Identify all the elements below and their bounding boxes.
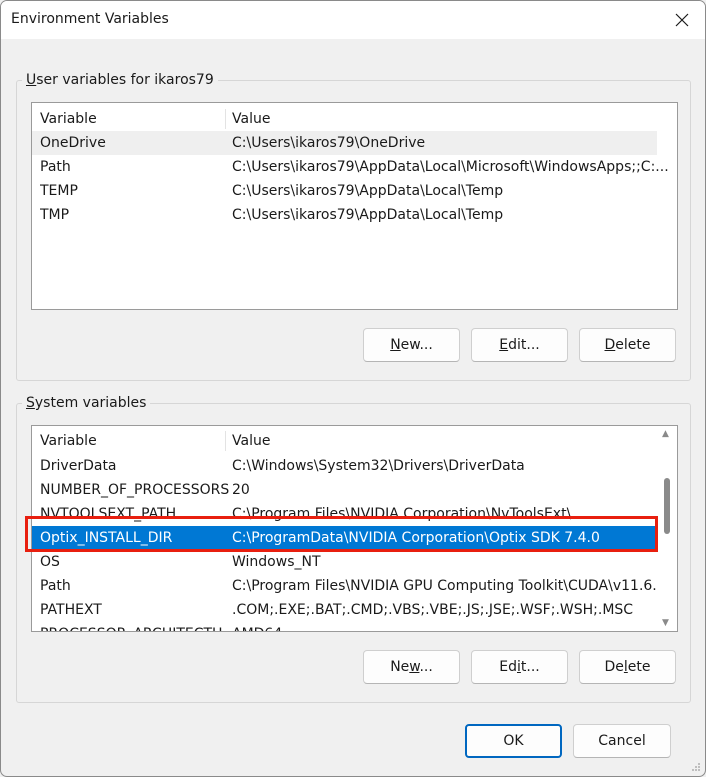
variable-value: AMD64 [232, 622, 282, 631]
list-item[interactable]: Path C:\Users\ikaros79\AppData\Local\Mic… [32, 155, 669, 179]
variable-name: OneDrive [40, 135, 106, 151]
user-variables-label: User variables for ikaros79 [22, 71, 218, 89]
variable-name: Optix_INSTALL_DIR [40, 530, 173, 546]
user-new-button-label: New... [390, 337, 433, 353]
system-delete-button[interactable]: Delete [579, 650, 676, 684]
system-edit-button-label: Edit... [499, 659, 540, 675]
variable-name: Path [40, 578, 71, 594]
header-value[interactable]: Value [232, 429, 270, 453]
variable-name: Path [40, 159, 71, 175]
close-button[interactable] [659, 1, 705, 39]
close-icon [675, 13, 689, 27]
variable-value: Windows_NT [232, 554, 321, 570]
user-edit-button[interactable]: Edit... [471, 328, 568, 362]
list-item[interactable]: NVTOOLSEXT_PATH C:\Program Files\NVIDIA … [32, 502, 657, 526]
list-item[interactable]: TMP C:\Users\ikaros79\AppData\Local\Temp [32, 203, 657, 227]
vertical-scrollbar[interactable]: ▲ ▼ [657, 426, 677, 631]
variable-value: C:\Windows\System32\Drivers\DriverData [232, 458, 525, 474]
system-new-button[interactable]: New... [363, 650, 460, 684]
variable-value: C:\ProgramData\NVIDIA Corporation\Optix … [232, 530, 600, 546]
list-item[interactable]: Path C:\Program Files\NVIDIA GPU Computi… [32, 574, 666, 598]
user-variables-group: User variables for ikaros79 Variable Val… [16, 71, 691, 381]
scroll-up-icon[interactable]: ▲ [662, 429, 669, 439]
variable-name: PROCESSOR_ARCHITECTU... [40, 622, 225, 631]
list-item-selected[interactable]: Optix_INSTALL_DIR C:\ProgramData\NVIDIA … [32, 526, 657, 550]
variable-value: C:\Users\ikaros79\OneDrive [232, 135, 426, 151]
variable-value: 20 [232, 482, 250, 498]
user-delete-button[interactable]: Delete [579, 328, 676, 362]
list-item[interactable]: NUMBER_OF_PROCESSORS 20 [32, 478, 657, 502]
variable-name: NUMBER_OF_PROCESSORS [40, 482, 230, 498]
user-delete-button-label: Delete [604, 337, 651, 353]
header-value[interactable]: Value [232, 107, 270, 131]
user-new-button[interactable]: New... [363, 328, 460, 362]
scrollbar-thumb[interactable] [664, 478, 670, 534]
variable-value: C:\Users\ikaros79\AppData\Local\Microsof… [232, 159, 669, 175]
list-item[interactable]: OneDrive C:\Users\ikaros79\OneDrive [32, 131, 657, 155]
system-delete-button-label: Delete [604, 659, 651, 675]
ok-button-label: OK [503, 733, 524, 749]
title-bar: Environment Variables [1, 1, 705, 39]
header-variable[interactable]: Variable [40, 107, 97, 131]
header-variable[interactable]: Variable [40, 429, 97, 453]
resize-grip-icon[interactable] [691, 762, 701, 772]
variable-value: .COM;.EXE;.BAT;.CMD;.VBS;.VBE;.JS;.JSE;.… [232, 602, 634, 618]
ok-button[interactable]: OK [465, 724, 562, 758]
list-item[interactable]: PROCESSOR_ARCHITECTU... AMD64 [32, 622, 657, 631]
window-title: Environment Variables [11, 11, 169, 27]
variable-value: C:\Users\ikaros79\AppData\Local\Temp [232, 207, 504, 223]
column-separator[interactable] [225, 109, 226, 129]
system-edit-button[interactable]: Edit... [471, 650, 568, 684]
environment-variables-dialog: Environment Variables User variables for… [0, 0, 706, 777]
list-item[interactable]: DriverData C:\Windows\System32\Drivers\D… [32, 454, 657, 478]
variable-name: OS [40, 554, 60, 570]
list-header: Variable Value [32, 429, 657, 453]
scroll-down-icon[interactable]: ▼ [662, 618, 669, 628]
variable-name: PATHEXT [40, 602, 102, 618]
variable-value: C:\Users\ikaros79\AppData\Local\Temp [232, 183, 504, 199]
system-new-button-label: New... [390, 659, 433, 675]
cancel-button-label: Cancel [598, 733, 646, 749]
variable-value: C:\Program Files\NVIDIA Corporation\NvTo… [232, 506, 572, 522]
list-item[interactable]: TEMP C:\Users\ikaros79\AppData\Local\Tem… [32, 179, 657, 203]
column-separator[interactable] [225, 431, 226, 451]
list-item[interactable]: OS Windows_NT [32, 550, 657, 574]
list-header: Variable Value [32, 107, 657, 131]
variable-name: NVTOOLSEXT_PATH [40, 506, 177, 522]
system-variables-label: System variables [22, 394, 151, 412]
system-variables-group: System variables Variable Value DriverDa… [16, 394, 691, 703]
user-variables-list[interactable]: Variable Value OneDrive C:\Users\ikaros7… [31, 102, 678, 310]
variable-name: TMP [40, 207, 70, 223]
system-variables-list[interactable]: Variable Value DriverData C:\Windows\Sys… [31, 425, 678, 632]
list-item[interactable]: PATHEXT .COM;.EXE;.BAT;.CMD;.VBS;.VBE;.J… [32, 598, 657, 622]
user-edit-button-label: Edit... [499, 337, 540, 353]
cancel-button[interactable]: Cancel [573, 724, 671, 758]
variable-name: TEMP [40, 183, 78, 199]
variable-name: DriverData [40, 458, 117, 474]
variable-value: C:\Program Files\NVIDIA GPU Computing To… [232, 578, 666, 594]
